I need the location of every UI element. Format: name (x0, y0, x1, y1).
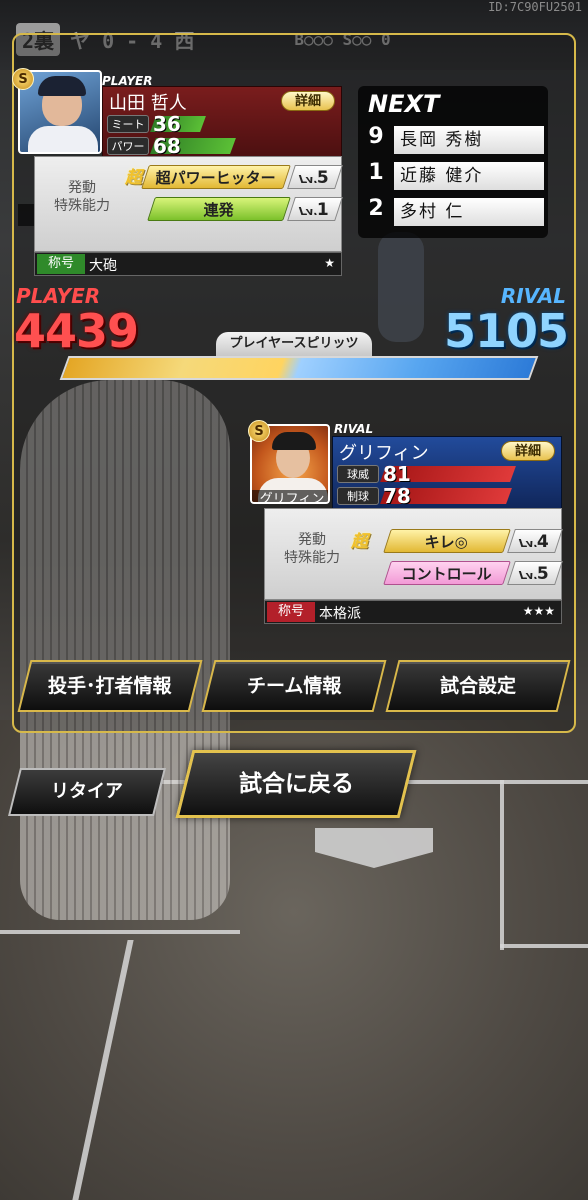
pitcher-batter-info-button[interactable]: 投手･打者情報 (17, 660, 203, 712)
batter-name: 近藤 健介 (394, 162, 544, 190)
player-stat-power: パワー 68 (107, 134, 236, 158)
ability-pill: キレ◎ (383, 529, 511, 553)
stat-label: 制球 (337, 487, 379, 505)
game-settings-button[interactable]: 試合設定 (385, 660, 571, 712)
title-value: 大砲 (89, 258, 117, 274)
batting-order: 9 (368, 124, 384, 149)
return-to-game-button[interactable]: 試合に戻る (175, 750, 417, 818)
chalk-line (500, 944, 588, 948)
rival-detail-button[interactable]: 詳細 (501, 441, 555, 461)
retire-button[interactable]: リタイア (8, 768, 166, 816)
player-ability-box: 発動 特殊能力 超 超パワーヒッター Lv.5 連発 Lv.1 (34, 156, 343, 252)
ability-pill: コントロール (383, 561, 511, 585)
chalk-line (0, 930, 240, 934)
stat-label: 球威 (337, 465, 379, 483)
chalk-line (500, 780, 504, 950)
ability-pill: 超パワーヒッター (141, 165, 291, 189)
title-value: 本格派 (319, 606, 361, 622)
player-name-box: 山田 哲人 詳細 ミート 36 パワー 68 (102, 86, 342, 160)
rival-title-row: 称号 本格派 ★★★ (264, 600, 562, 624)
ability-level: Lv.4 (507, 529, 563, 553)
rival-short-name: グリフィン (252, 490, 328, 502)
ability-caption: 発動 特殊能力 (284, 532, 340, 566)
ability-level: Lv.1 (287, 197, 343, 221)
next-batter-row: 1 近藤 健介 (366, 160, 544, 190)
ability-level: Lv.5 (287, 165, 343, 189)
stat-value: 68 (153, 134, 181, 158)
rank-s-icon: S (248, 420, 270, 442)
ability-caption: 発動 特殊能力 (54, 180, 110, 214)
title-stars: ★ (324, 256, 335, 270)
stat-value: 36 (153, 112, 181, 136)
rival-stat-control: 制球 78 (337, 484, 512, 508)
player-spirits-value: 4439 (14, 304, 139, 358)
player-card: S 山 田 PLAYER 山田 哲人 詳細 ミート 36 パワー 68 発動 特… (12, 68, 343, 278)
rival-card: グリフィン S RIVAL グリフィン 詳細 球威 81 制球 78 発動 特殊… (248, 420, 568, 630)
player-title-row: 称号 大砲 ★ (34, 252, 342, 276)
next-title: NEXT (368, 90, 440, 118)
spirits-label: プレイヤースピリッツ (216, 332, 372, 356)
stat-label: パワー (107, 137, 149, 155)
stat-bar: 81 (380, 462, 516, 486)
player-stat-meet: ミート 36 (107, 112, 206, 136)
next-batters-panel: NEXT 9 長岡 秀樹 1 近藤 健介 2 多村 仁 (358, 86, 548, 238)
next-batter-row: 9 長岡 秀樹 (366, 124, 544, 154)
rival-stat-velocity: 球威 81 (337, 462, 516, 486)
stat-bar: 36 (150, 112, 206, 136)
ability-level: Lv.5 (507, 561, 563, 585)
ability-pill: 連発 (147, 197, 291, 221)
next-batter-row: 2 多村 仁 (366, 196, 544, 226)
title-tag: 称号 (37, 254, 85, 274)
stat-bar: 68 (150, 134, 236, 158)
rival-name-box: グリフィン 詳細 球威 81 制球 78 (332, 436, 562, 510)
batting-order: 2 (368, 196, 384, 221)
batting-order: 1 (368, 160, 384, 185)
title-stars: ★★★ (522, 604, 555, 618)
rival-header: RIVAL (334, 422, 374, 436)
rank-s-icon: S (12, 68, 34, 90)
stat-value: 78 (383, 484, 411, 508)
stat-bar: 78 (380, 484, 512, 508)
super-mark-icon: 超 (125, 168, 142, 188)
rival-spirits-value: 5105 (443, 304, 569, 358)
batter-name: 多村 仁 (394, 198, 544, 226)
player-detail-button[interactable]: 詳細 (281, 91, 335, 111)
team-info-button[interactable]: チーム情報 (201, 660, 387, 712)
batter-name: 長岡 秀樹 (394, 126, 544, 154)
rival-ability-box: 発動 特殊能力 超 キレ◎ Lv.4 コントロール Lv.5 (264, 508, 563, 600)
game-id: ID:7C90FU2501 (488, 0, 582, 14)
super-mark-icon: 超 (351, 532, 368, 552)
spirits-gauge (59, 356, 539, 380)
title-tag: 称号 (267, 602, 315, 622)
stat-label: ミート (107, 115, 149, 133)
stat-value: 81 (383, 462, 411, 486)
